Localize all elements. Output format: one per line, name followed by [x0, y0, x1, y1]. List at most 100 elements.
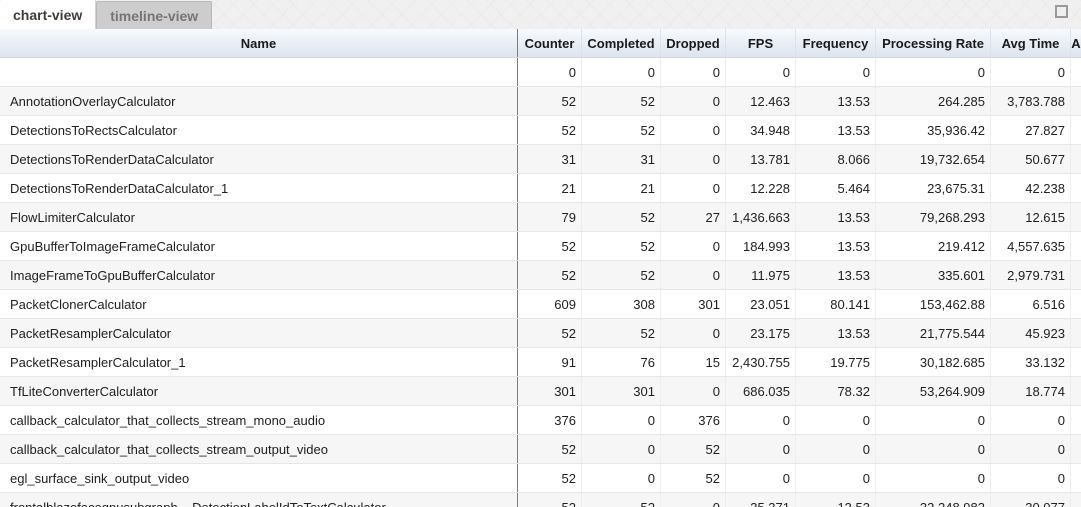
cell-fps: 0: [726, 58, 796, 86]
cell-frequency: 13.53: [796, 116, 876, 144]
table-row[interactable]: DetectionsToRenderDataCalculator3131013.…: [0, 145, 1081, 174]
tab-bar: chart-view timeline-view: [0, 0, 1081, 29]
column-header-frequency[interactable]: Frequency: [796, 29, 876, 57]
cell-avg-time: 30.077: [991, 493, 1071, 507]
chart-view-panel: chart-view timeline-view NameCounterComp…: [0, 0, 1081, 507]
cell-processing-rate: 19,732.654: [876, 145, 991, 173]
column-header-dropped[interactable]: Dropped: [661, 29, 726, 57]
cell-trailing: [1071, 348, 1081, 376]
column-header-completed[interactable]: Completed: [582, 29, 661, 57]
cell-completed: 0: [582, 435, 661, 463]
cell-dropped: 376: [661, 406, 726, 434]
cell-dropped: 15: [661, 348, 726, 376]
cell-counter: 91: [517, 348, 582, 376]
cell-fps: 35.371: [726, 493, 796, 507]
cell-frequency: 13.53: [796, 232, 876, 260]
cell-completed: 0: [582, 464, 661, 492]
cell-counter: 52: [517, 435, 582, 463]
cell-name: frontalblazefacegpusubgraph__DetectionLa…: [0, 493, 517, 507]
cell-avg-time: 33.132: [991, 348, 1071, 376]
cell-processing-rate: 21,775.544: [876, 319, 991, 347]
table-row[interactable]: AnnotationOverlayCalculator5252012.46313…: [0, 87, 1081, 116]
cell-processing-rate: 153,462.88: [876, 290, 991, 318]
tab-chart-view[interactable]: chart-view: [0, 0, 96, 29]
table-row[interactable]: callback_calculator_that_collects_stream…: [0, 406, 1081, 435]
table-row[interactable]: egl_surface_sink_output_video520520000: [0, 464, 1081, 493]
cell-avg-time: 12.615: [991, 203, 1071, 231]
cell-trailing: [1071, 435, 1081, 463]
table-row[interactable]: ImageFrameToGpuBufferCalculator5252011.9…: [0, 261, 1081, 290]
tab-timeline-view[interactable]: timeline-view: [96, 1, 212, 29]
cell-name: PacketResamplerCalculator_1: [0, 348, 517, 376]
cell-processing-rate: 35,936.42: [876, 116, 991, 144]
cell-completed: 52: [582, 319, 661, 347]
cell-frequency: 8.066: [796, 145, 876, 173]
cell-trailing: [1071, 493, 1081, 507]
popout-icon[interactable]: [1055, 5, 1068, 18]
cell-avg-time: 4,557.635: [991, 232, 1071, 260]
cell-name: DetectionsToRectsCalculator: [0, 116, 517, 144]
table-row[interactable]: GpuBufferToImageFrameCalculator52520184.…: [0, 232, 1081, 261]
cell-name: DetectionsToRenderDataCalculator: [0, 145, 517, 173]
cell-avg-time: 2,979.731: [991, 261, 1071, 289]
cell-counter: 301: [517, 377, 582, 405]
column-header-fps[interactable]: FPS: [726, 29, 796, 57]
cell-dropped: 0: [661, 145, 726, 173]
table-row[interactable]: DetectionsToRectsCalculator5252034.94813…: [0, 116, 1081, 145]
cell-avg-time: 0: [991, 406, 1071, 434]
cell-dropped: 0: [661, 58, 726, 86]
table-row[interactable]: FlowLimiterCalculator7952271,436.66313.5…: [0, 203, 1081, 232]
table-body: 0000000AnnotationOverlayCalculator525201…: [0, 58, 1081, 507]
cell-trailing: [1071, 232, 1081, 260]
cell-frequency: 0: [796, 435, 876, 463]
cell-name: PacketResamplerCalculator: [0, 319, 517, 347]
cell-counter: 21: [517, 174, 582, 202]
cell-trailing: [1071, 87, 1081, 115]
cell-avg-time: 45.923: [991, 319, 1071, 347]
table-row[interactable]: 0000000: [0, 58, 1081, 87]
table-row[interactable]: PacketClonerCalculator60930830123.05180.…: [0, 290, 1081, 319]
cell-name: FlowLimiterCalculator: [0, 203, 517, 231]
column-header-processing-rate[interactable]: Processing Rate: [876, 29, 991, 57]
cell-counter: 52: [517, 116, 582, 144]
cell-processing-rate: 264.285: [876, 87, 991, 115]
table-row[interactable]: frontalblazefacegpusubgraph__DetectionLa…: [0, 493, 1081, 507]
cell-fps: 23.051: [726, 290, 796, 318]
cell-frequency: 0: [796, 58, 876, 86]
column-header-counter[interactable]: Counter: [517, 29, 582, 57]
column-header-avg-time[interactable]: Avg Time: [991, 29, 1071, 57]
cell-frequency: 78.32: [796, 377, 876, 405]
column-header-a[interactable]: A: [1071, 29, 1081, 57]
cell-completed: 52: [582, 116, 661, 144]
cell-name: GpuBufferToImageFrameCalculator: [0, 232, 517, 260]
table-row[interactable]: PacketResamplerCalculator5252023.17513.5…: [0, 319, 1081, 348]
cell-fps: 11.975: [726, 261, 796, 289]
table-row[interactable]: callback_calculator_that_collects_stream…: [0, 435, 1081, 464]
cell-completed: 308: [582, 290, 661, 318]
cell-fps: 12.228: [726, 174, 796, 202]
cell-trailing: [1071, 174, 1081, 202]
table-row[interactable]: PacketResamplerCalculator_19176152,430.7…: [0, 348, 1081, 377]
tab-chart-view-label: chart-view: [13, 7, 82, 23]
table-row[interactable]: TfLiteConverterCalculator3013010686.0357…: [0, 377, 1081, 406]
cell-processing-rate: 0: [876, 464, 991, 492]
cell-trailing: [1071, 261, 1081, 289]
column-header-name[interactable]: Name: [0, 29, 517, 57]
cell-name: [0, 58, 517, 86]
cell-trailing: [1071, 406, 1081, 434]
cell-dropped: 0: [661, 377, 726, 405]
cell-processing-rate: 30,182.685: [876, 348, 991, 376]
cell-fps: 34.948: [726, 116, 796, 144]
cell-dropped: 0: [661, 261, 726, 289]
cell-completed: 76: [582, 348, 661, 376]
cell-trailing: [1071, 290, 1081, 318]
table-row[interactable]: DetectionsToRenderDataCalculator_1212101…: [0, 174, 1081, 203]
cell-dropped: 52: [661, 464, 726, 492]
cell-dropped: 301: [661, 290, 726, 318]
cell-fps: 12.463: [726, 87, 796, 115]
cell-avg-time: 18.774: [991, 377, 1071, 405]
cell-fps: 0: [726, 406, 796, 434]
cell-name: callback_calculator_that_collects_stream…: [0, 406, 517, 434]
cell-frequency: 5.464: [796, 174, 876, 202]
cell-dropped: 27: [661, 203, 726, 231]
